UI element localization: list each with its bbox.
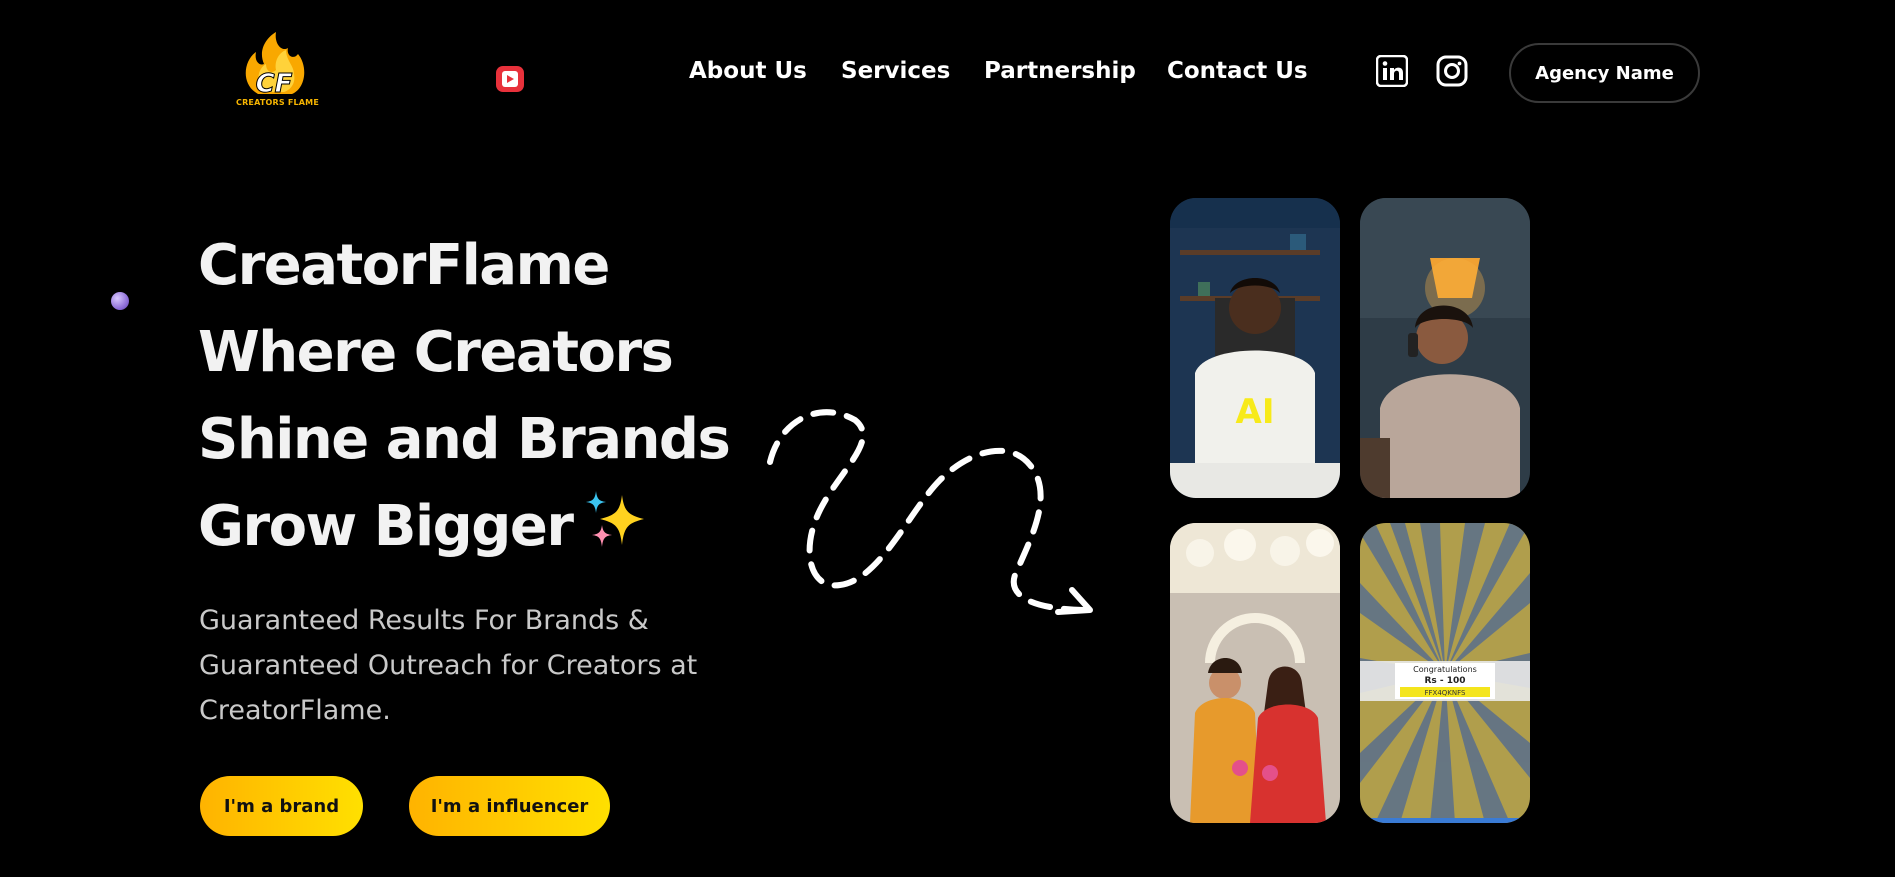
logo-text: CREATORS FLAME <box>236 98 320 107</box>
decorative-orb <box>111 292 129 310</box>
headline-line-4-text: Grow Bigger <box>198 494 574 559</box>
video-card-phone-call[interactable] <box>1360 198 1530 498</box>
nav-about-us[interactable]: About Us <box>689 58 807 84</box>
linkedin-icon[interactable] <box>1375 54 1409 88</box>
headline-line-1: CreatorFlame <box>198 233 610 298</box>
dashed-arrow-icon <box>760 400 1100 630</box>
nav-partnership[interactable]: Partnership <box>984 58 1136 84</box>
headline-line-3: Shine and Brands <box>198 407 731 472</box>
im-a-influencer-button[interactable]: I'm a influencer <box>409 776 610 836</box>
hero-subtext: Guaranteed Results For Brands & Guarante… <box>199 605 698 726</box>
im-a-brand-button[interactable]: I'm a brand <box>200 776 363 836</box>
card-congrats-line-1: Congratulations <box>1413 665 1477 674</box>
video-card-creator-ai[interactable]: AI <box>1170 198 1340 498</box>
flame-logo-icon: CF <box>245 32 305 100</box>
card-congrats-line-2: Rs - 100 <box>1424 676 1465 686</box>
hero-headline: CreatorFlame Where Creators Shine and Br… <box>198 222 758 570</box>
video-card-congratulations[interactable]: Congratulations Rs - 100 FFX4QKNFS <box>1360 523 1530 823</box>
headline-line-4: Grow Bigger <box>198 483 758 570</box>
headline-line-2: Where Creators <box>198 320 674 385</box>
nav-services[interactable]: Services <box>841 58 950 84</box>
creators-flame-logo[interactable]: CF CREATORS FLAME <box>236 30 320 110</box>
logo-letters: CF <box>256 69 293 99</box>
instagram-icon[interactable] <box>1436 55 1468 87</box>
agency-name-button[interactable]: Agency Name <box>1509 43 1700 103</box>
card-ai-overlay: AI <box>1236 392 1275 432</box>
play-badge-icon[interactable] <box>495 65 525 93</box>
video-card-wedding[interactable] <box>1170 523 1340 823</box>
nav-contact-us[interactable]: Contact Us <box>1167 58 1308 84</box>
sparkles-icon <box>582 489 648 555</box>
card-congrats-line-3: FFX4QKNFS <box>1425 689 1467 697</box>
